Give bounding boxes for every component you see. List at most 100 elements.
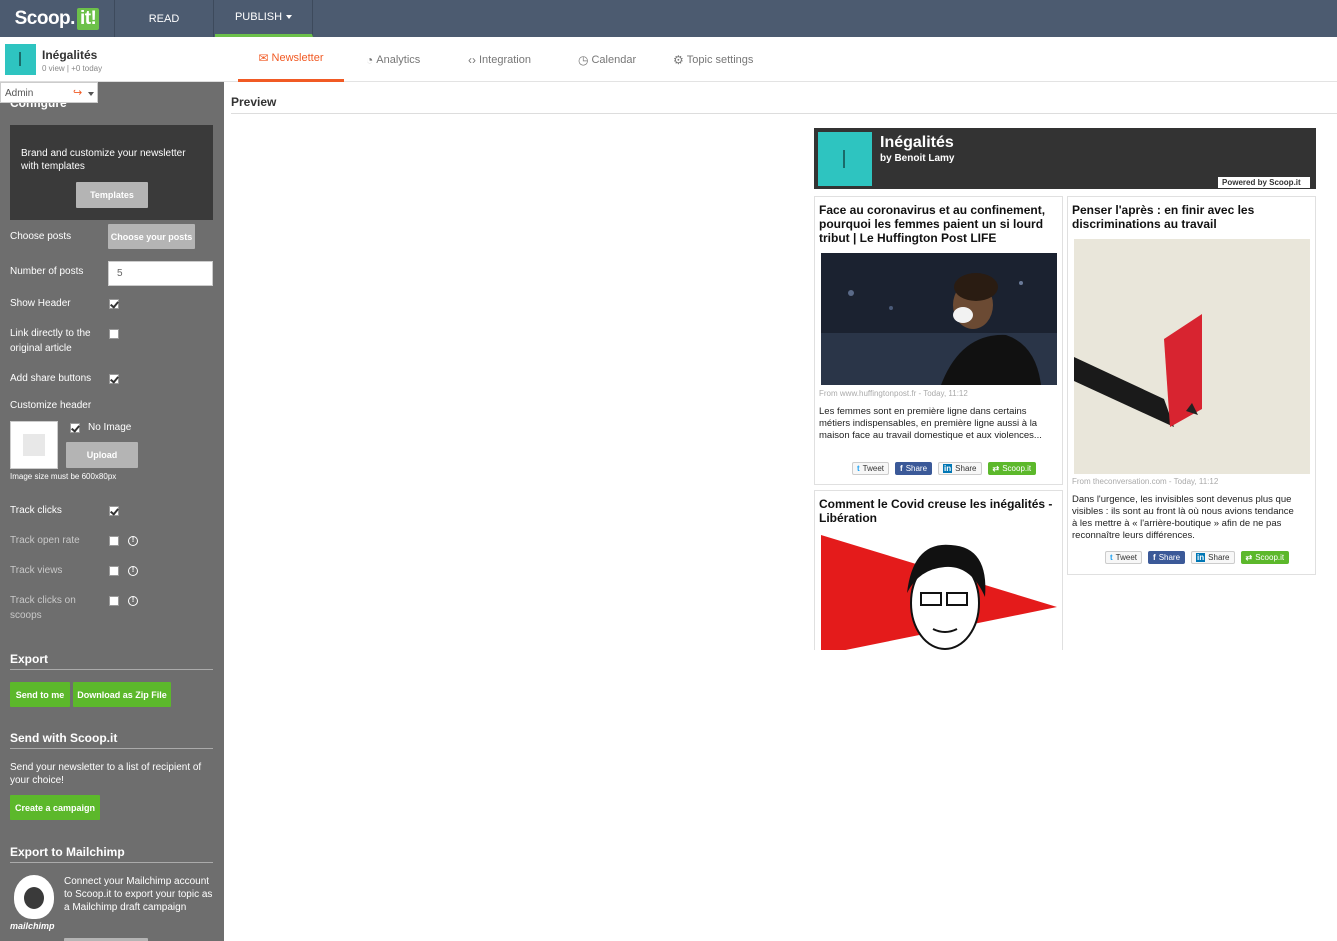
post-image-illustration[interactable] (1074, 239, 1310, 474)
linkedin-icon: in (943, 464, 953, 473)
track-open-checkbox[interactable] (109, 536, 119, 546)
track-clicks-checkbox[interactable] (109, 506, 119, 516)
code-icon: ‹› (468, 52, 476, 67)
powered-by-badge[interactable]: Powered by Scoop.it (1218, 177, 1310, 188)
share-buttons: t Tweet f Share in Share ⇄ Scoop.it (852, 462, 1037, 475)
export-title: Export (10, 652, 213, 670)
post-source: From theconversation.com - Today, 11:12 (1072, 477, 1219, 486)
choose-posts-button[interactable]: Choose your posts (108, 224, 195, 249)
scoopit-logo[interactable]: Scoop. it! (0, 0, 115, 37)
facebook-icon: f (900, 464, 903, 473)
linkedin-share-button[interactable]: in Share (1191, 551, 1235, 564)
tweet-label: Tweet (862, 464, 885, 473)
newsletter-config-sidebar: Configure Admin ↪ Brand and customize yo… (0, 82, 224, 941)
clock-icon: ◷ (578, 52, 589, 67)
tab-newsletter-label: Newsletter (271, 52, 324, 64)
newsletter-preview: Inégalités by Benoit Lamy Powered by Sco… (814, 128, 1316, 650)
post-title[interactable]: Penser l'après : en finir avec les discr… (1072, 203, 1272, 231)
image-size-note: Image size must be 600x80px (10, 472, 117, 481)
add-share-checkbox[interactable] (109, 374, 119, 384)
brand-text: Brand and customize your newsletter with… (21, 148, 186, 172)
no-image-checkbox[interactable] (70, 423, 80, 433)
post-title[interactable]: Face au coronavirus et au confinement, p… (819, 203, 1057, 245)
linkedin-share-label: Share (955, 464, 977, 473)
scoopit-share-label: Scoop.it (1002, 464, 1032, 473)
chevron-down-icon (286, 15, 293, 19)
tab-newsletter[interactable]: ✉ Newsletter (238, 37, 344, 82)
tweet-label: Tweet (1115, 553, 1138, 562)
tab-topic-settings-label: Topic settings (686, 53, 754, 66)
linkedin-share-label: Share (1208, 553, 1230, 562)
tab-analytics-label: Analytics (376, 53, 421, 66)
post-image-portrait[interactable] (821, 535, 1057, 650)
choose-posts-label: Choose posts (10, 231, 72, 242)
info-icon[interactable]: ! (128, 536, 138, 546)
tab-calendar[interactable]: ◷ Calendar (578, 37, 636, 82)
twitter-icon: t (857, 464, 860, 473)
nav-read[interactable]: READ (115, 0, 214, 37)
post-description: Dans l'urgence, les invisibles sont deve… (1072, 494, 1294, 541)
track-open-label: Track open rate (10, 535, 80, 546)
download-zip-button[interactable]: Download as Zip File (73, 682, 171, 707)
newsletter-title[interactable]: Inégalités (880, 134, 954, 152)
facebook-icon: f (1153, 553, 1156, 562)
mailchimp-monkey-icon (14, 875, 54, 919)
mailchimp-logo: mailchimp (10, 875, 58, 933)
post-card: Face au coronavirus et au confinement, p… (814, 196, 1063, 485)
send-to-me-button[interactable]: Send to me (10, 682, 70, 707)
scoopit-share-button[interactable]: ⇄ Scoop.it (987, 462, 1037, 475)
track-clicks-scoops-checkbox[interactable] (109, 596, 119, 606)
info-icon[interactable]: ! (128, 596, 138, 606)
share-buttons: t Tweet f Share in Share ⇄ Scoop.it (1105, 551, 1290, 564)
topic-stats: 0 view | +0 today (42, 64, 103, 73)
send-scoop-title: Send with Scoop.it (10, 731, 213, 749)
linkedin-share-button[interactable]: in Share (938, 462, 982, 475)
link-direct-checkbox[interactable] (109, 329, 119, 339)
facebook-share-button[interactable]: f Share (895, 462, 933, 475)
chevron-down-icon (88, 92, 94, 96)
upload-button[interactable]: Upload (66, 442, 138, 468)
tab-integration[interactable]: ‹› Integration (468, 37, 531, 82)
tab-analytics[interactable]: ◔ Analytics (366, 37, 420, 82)
create-campaign-button[interactable]: Create a campaign (10, 795, 100, 820)
post-card: Penser l'après : en finir avec les discr… (1067, 196, 1316, 575)
mailchimp-logo-word: mailchimp (10, 921, 55, 931)
facebook-share-label: Share (905, 464, 928, 473)
envelope-icon: ✉ (258, 51, 269, 65)
tab-bar: ✉ Newsletter ◔ Analytics ‹› Integration ◷ Ca… (224, 37, 1337, 82)
no-image-label: No Image (88, 422, 132, 433)
post-source: From www.huffingtonpost.fr - Today, 11:1… (819, 389, 968, 398)
link-direct-label: Link directly to the original article (10, 328, 91, 354)
templates-button[interactable]: Templates (76, 182, 148, 208)
rescoop-icon: ⇄ (1245, 553, 1253, 562)
gears-icon: ⚙ (673, 52, 684, 67)
linkedin-icon: in (1196, 553, 1206, 562)
tab-topic-settings[interactable]: ⚙ Topic settings (673, 37, 753, 82)
tab-calendar-label: Calendar (591, 53, 637, 66)
topic-name[interactable]: Inégalités (42, 48, 97, 62)
customize-header-label: Customize header (10, 400, 92, 411)
post-image-woman-mask[interactable] (821, 253, 1057, 385)
tweet-button[interactable]: t Tweet (852, 462, 890, 475)
twitter-icon: t (1110, 553, 1113, 562)
add-share-label: Add share buttons (10, 373, 92, 384)
nav-publish[interactable]: PUBLISH (215, 0, 313, 37)
show-header-checkbox[interactable] (109, 299, 119, 309)
number-posts-input[interactable]: 5 (108, 261, 213, 286)
scoopit-share-button[interactable]: ⇄ Scoop.it (1240, 551, 1290, 564)
info-icon[interactable]: ! (128, 566, 138, 576)
facebook-share-button[interactable]: f Share (1148, 551, 1186, 564)
topic-thumbnail[interactable] (5, 44, 36, 75)
newsletter-thumbnail (818, 132, 872, 186)
templates-box: Brand and customize your newsletter with… (10, 125, 213, 220)
rescoop-icon: ⇄ (992, 464, 1000, 473)
logo-text: Scoop. (14, 7, 76, 29)
admin-label: Admin (5, 88, 34, 99)
track-views-checkbox[interactable] (109, 566, 119, 576)
header-image-placeholder (10, 421, 58, 469)
tweet-button[interactable]: t Tweet (1105, 551, 1143, 564)
scoopit-share-label: Scoop.it (1255, 553, 1285, 562)
post-title[interactable]: Comment le Covid creuse les inégalités -… (819, 497, 1059, 525)
admin-dropdown[interactable]: Admin ↪ (0, 82, 98, 103)
tab-integration-label: Integration (479, 53, 531, 66)
